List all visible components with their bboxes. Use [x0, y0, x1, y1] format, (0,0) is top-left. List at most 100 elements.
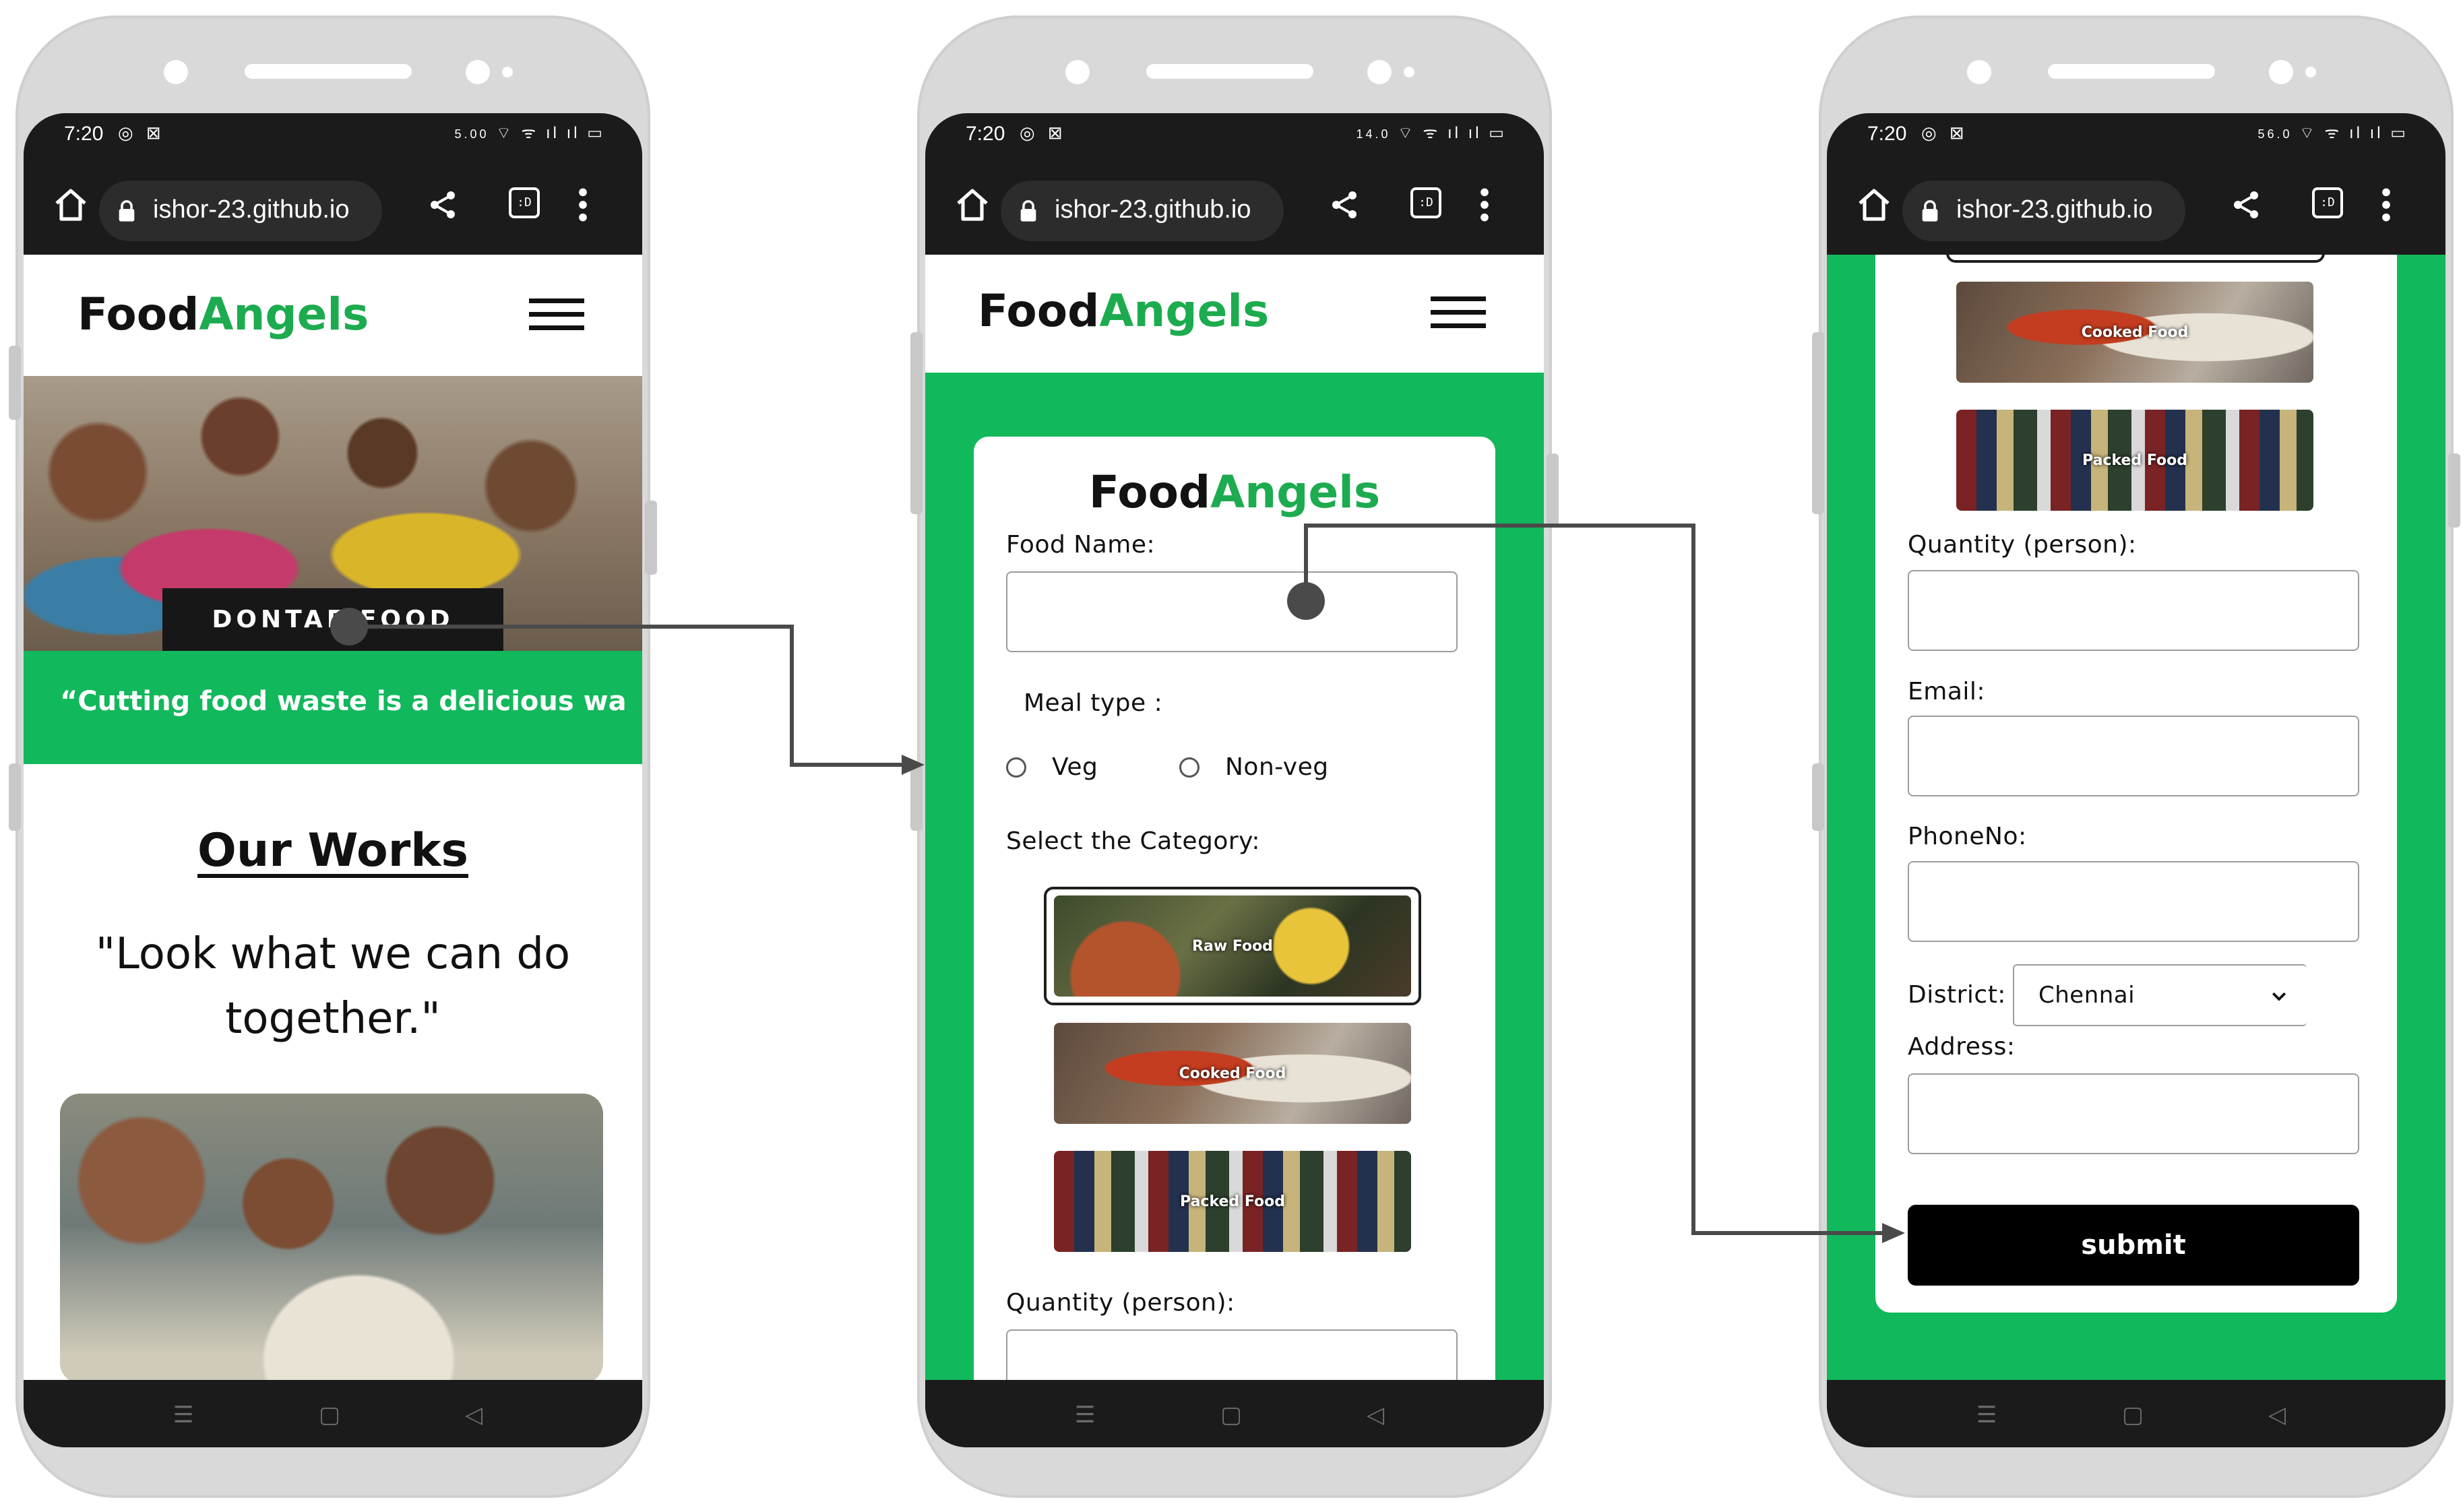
sensor — [1367, 60, 1392, 84]
form-title-part1: Food — [1088, 466, 1211, 518]
donation-form-card: Cooked Food Packed Food Quantity (person… — [1875, 255, 2397, 1313]
category-cooked-food[interactable]: Cooked Food — [1054, 1023, 1411, 1124]
status-time: 7:20 — [966, 123, 1005, 145]
home-icon[interactable] — [52, 186, 90, 224]
meal-option-veg[interactable]: Veg — [1006, 753, 1098, 781]
category-cooked-food[interactable]: Cooked Food — [1956, 282, 2313, 383]
share-icon[interactable] — [2230, 189, 2262, 221]
share-icon[interactable] — [427, 189, 459, 221]
volume-button — [9, 346, 21, 420]
category-packed-food[interactable]: Packed Food — [1956, 410, 2313, 511]
recents-icon[interactable]: ☰ — [1976, 1401, 1997, 1428]
form-title-part2: Angels — [1210, 466, 1381, 518]
email-label: Email: — [1908, 678, 1986, 705]
phone-input[interactable] — [1908, 861, 2359, 942]
category-label: Select the Category: — [1006, 827, 1260, 855]
site-header: FoodAngels — [925, 255, 1544, 373]
network-rate: 14.0 — [1356, 127, 1391, 141]
signal-icons: 56.0 ⌔ ᯤ ıl ıl ▭ — [2257, 124, 2408, 142]
power-button — [2448, 453, 2460, 528]
status-bar: 7:20 ◎ ⊠ 14.0 ⌔ ᯤ ıl ıl ▭ — [925, 113, 1544, 154]
form-title: FoodAngels — [974, 466, 1495, 518]
quantity-input[interactable] — [1908, 570, 2359, 651]
quote-banner: “Cutting food waste is a delicious wa — [24, 651, 642, 764]
category-raw-food[interactable]: Raw Food — [1054, 895, 1411, 997]
address-label: Address: — [1908, 1033, 2016, 1061]
raw-food-label: Raw Food — [1192, 937, 1273, 955]
submit-label: submit — [2081, 1230, 2186, 1261]
donation-form-card: FoodAngels Food Name: Meal type : Veg No… — [974, 437, 1495, 1380]
submit-button[interactable]: submit — [1908, 1205, 2359, 1286]
tabs-icon[interactable]: :D — [509, 187, 540, 218]
recents-icon[interactable]: ☰ — [173, 1401, 193, 1428]
home-nav-icon[interactable]: ▢ — [2122, 1401, 2144, 1428]
page-content: Cooked Food Packed Food Quantity (person… — [1827, 255, 2445, 1380]
home-icon[interactable] — [954, 186, 991, 224]
address-bar[interactable]: ishor-23.github.io — [99, 181, 382, 241]
category-packed-food[interactable]: Packed Food — [1054, 1151, 1411, 1252]
food-name-input[interactable] — [1006, 571, 1458, 652]
recents-icon[interactable]: ☰ — [1075, 1401, 1095, 1428]
more-options-icon[interactable] — [2379, 186, 2393, 224]
front-camera — [1065, 60, 1090, 84]
home-nav-icon[interactable]: ▢ — [319, 1401, 340, 1428]
sensor-dot — [502, 67, 513, 77]
tabs-icon[interactable]: :D — [1410, 187, 1441, 218]
back-icon[interactable]: ◁ — [1367, 1401, 1384, 1428]
veg-radio[interactable] — [1006, 757, 1026, 778]
nonveg-radio[interactable] — [1179, 757, 1199, 778]
quantity-label: Quantity (person): — [1908, 531, 2137, 559]
page-content: FoodAngels FoodAngels Food Name: Meal ty… — [925, 255, 1544, 1380]
veg-label: Veg — [1052, 753, 1098, 781]
sensor — [466, 60, 490, 84]
phone-mockup-form: 7:20 ◎ ⊠ 14.0 ⌔ ᯤ ıl ıl ▭ ishor-23.githu… — [910, 15, 1559, 1498]
hamburger-menu-icon[interactable] — [1431, 296, 1486, 329]
quantity-input[interactable] — [1006, 1329, 1458, 1380]
signal-icons: 14.0 ⌔ ᯤ ıl ıl ▭ — [1356, 124, 1507, 142]
quote-text: “Cutting food waste is a delicious wa — [60, 686, 627, 717]
tagline-line2: together." — [225, 994, 441, 1044]
sensor-dot — [1404, 67, 1414, 77]
front-camera — [1967, 60, 1991, 84]
cooked-food-label: Cooked Food — [1179, 1065, 1286, 1082]
donate-food-label: DONTAE FOOD — [212, 606, 454, 633]
url-text: ishor-23.github.io — [1055, 195, 1251, 224]
district-select[interactable]: Chennai — [2013, 964, 2307, 1026]
meal-option-nonveg[interactable]: Non-veg — [1179, 753, 1329, 781]
status-time: 7:20 — [1867, 123, 1907, 145]
home-nav-icon[interactable]: ▢ — [1220, 1401, 1242, 1428]
tagline: "Look what we can do together." — [24, 922, 642, 1051]
hamburger-menu-icon[interactable] — [529, 298, 584, 331]
volume-button — [910, 332, 923, 514]
meal-type-label: Meal type : — [1024, 689, 1163, 717]
address-bar[interactable]: ishor-23.github.io — [1902, 181, 2185, 241]
notification-icons: ◎ ⊠ — [1921, 123, 1968, 143]
previous-category-outline — [1946, 255, 2325, 263]
site-logo[interactable]: FoodAngels — [77, 288, 369, 340]
more-options-icon[interactable] — [1478, 186, 1491, 224]
home-icon[interactable] — [1855, 186, 1893, 224]
sensor-dot — [2305, 67, 2316, 77]
share-icon[interactable] — [1328, 189, 1361, 221]
side-button — [910, 763, 923, 831]
back-icon[interactable]: ◁ — [465, 1401, 482, 1428]
back-icon[interactable]: ◁ — [2268, 1401, 2286, 1428]
tabs-icon[interactable]: :D — [2312, 187, 2343, 218]
more-options-icon[interactable] — [576, 186, 590, 224]
donate-food-button[interactable]: DONTAE FOOD — [162, 588, 503, 651]
logo-part1: Food — [77, 288, 199, 340]
site-logo[interactable]: FoodAngels — [978, 285, 1269, 337]
district-label: District: — [1908, 981, 2006, 1009]
lock-icon — [1922, 200, 1938, 222]
lock-icon — [1020, 200, 1036, 222]
address-bar[interactable]: ishor-23.github.io — [1001, 181, 1284, 241]
email-input[interactable] — [1908, 716, 2359, 796]
address-input[interactable] — [1908, 1073, 2359, 1154]
browser-toolbar: ishor-23.github.io :D — [1827, 154, 2445, 255]
chevron-down-icon — [2272, 992, 2286, 1001]
district-value: Chennai — [2038, 982, 2135, 1009]
browser-toolbar: ishor-23.github.io :D — [24, 154, 642, 255]
android-nav-bar: ☰ ▢ ◁ — [1827, 1380, 2445, 1447]
power-button — [1547, 453, 1559, 528]
tagline-line1: "Look what we can do — [95, 929, 571, 979]
